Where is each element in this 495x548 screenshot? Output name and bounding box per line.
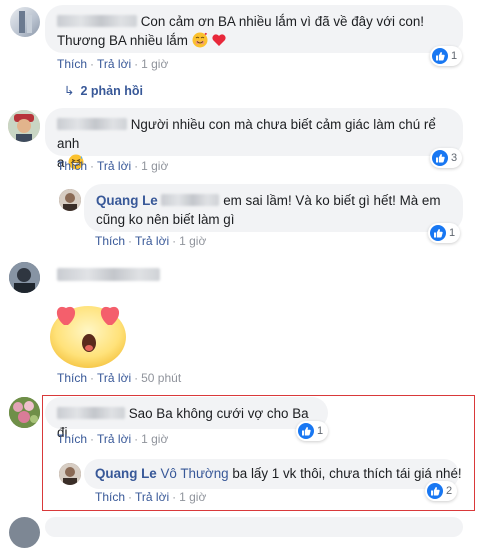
avatar[interactable] bbox=[9, 517, 40, 548]
like-count: 1 bbox=[317, 425, 324, 437]
like-count: 2 bbox=[446, 485, 453, 497]
like-count-badge[interactable]: 3 bbox=[430, 148, 463, 168]
mentioned-user-link[interactable]: Vô Thường bbox=[160, 466, 228, 481]
timestamp[interactable]: 1 giờ bbox=[179, 234, 206, 248]
reply-link[interactable]: Trả lời bbox=[97, 432, 131, 446]
like-count: 1 bbox=[451, 50, 458, 62]
avatar-image bbox=[8, 110, 40, 142]
reply-text-line2: cũng ko nên biết làm gì bbox=[96, 212, 235, 227]
timestamp[interactable]: 1 giờ bbox=[179, 490, 206, 504]
comment-bubble: Con cảm ơn BA nhiều lắm vì đã về đây với… bbox=[45, 5, 463, 53]
author-name-blurred[interactable] bbox=[57, 15, 137, 27]
timestamp[interactable]: 1 giờ bbox=[141, 432, 168, 446]
separator: · bbox=[90, 432, 95, 446]
reply-text: em sai lầm! Và ko biết gì hết! Mà em bbox=[223, 193, 441, 208]
separator: · bbox=[90, 159, 95, 173]
reply-actions: Thích · Trả lời · 1 giờ bbox=[95, 490, 206, 504]
comment-bubble bbox=[45, 517, 463, 537]
like-thumb-icon bbox=[432, 150, 448, 166]
author-name[interactable]: Quang Le bbox=[95, 466, 157, 481]
separator: · bbox=[172, 234, 177, 248]
separator: · bbox=[134, 57, 139, 71]
like-thumb-icon bbox=[427, 483, 443, 499]
comment-text-line2: Thương BA nhiều lắm bbox=[57, 33, 188, 48]
like-link[interactable]: Thích bbox=[57, 432, 87, 446]
comment-bubble: Người nhiều con mà chưa biết cảm giác là… bbox=[45, 108, 463, 170]
author-name-blurred[interactable] bbox=[57, 268, 160, 283]
comment-actions: Thích · Trả lời · 1 giờ bbox=[57, 432, 168, 446]
like-count-badge[interactable]: 2 bbox=[425, 481, 458, 501]
reply-bubble: Quang Le Vô Thường ba lấy 1 vk thôi, chư… bbox=[84, 459, 462, 489]
comment-bubble: Sao Ba không cưới vợ cho Ba đi bbox=[45, 397, 328, 440]
separator: · bbox=[128, 234, 133, 248]
reply-bubble: Quang Le em sai lầm! Và ko biết gì hết! … bbox=[84, 184, 463, 232]
comment-actions: Thích · Trả lời · 1 giờ bbox=[57, 159, 168, 173]
author-name-blurred[interactable] bbox=[161, 194, 220, 206]
like-thumb-icon bbox=[432, 48, 448, 64]
separator: · bbox=[90, 371, 95, 385]
timestamp[interactable]: 1 giờ bbox=[141, 159, 168, 173]
like-link[interactable]: Thích bbox=[57, 371, 87, 385]
avatar-image bbox=[59, 189, 81, 211]
like-count: 3 bbox=[451, 152, 458, 164]
timestamp[interactable]: 50 phút bbox=[141, 371, 181, 385]
like-count-badge[interactable]: 1 bbox=[428, 223, 461, 243]
separator: · bbox=[128, 490, 133, 504]
avatar[interactable] bbox=[9, 397, 40, 428]
reply-link[interactable]: Trả lời bbox=[135, 490, 169, 504]
reply-link[interactable]: Trả lời bbox=[97, 371, 131, 385]
reply-text: ba lấy 1 vk thôi, chưa thích tái giá nhé… bbox=[232, 466, 462, 481]
reply-actions: Thích · Trả lời · 1 giờ bbox=[95, 234, 206, 248]
separator: · bbox=[90, 57, 95, 71]
reply-arrow-icon: ↳ bbox=[64, 84, 75, 98]
smiling-face-with-hearts-icon bbox=[192, 32, 208, 53]
replies-count-label: 2 phản hồi bbox=[80, 84, 143, 98]
avatar[interactable] bbox=[9, 262, 40, 293]
reply-link[interactable]: Trả lời bbox=[97, 159, 131, 173]
view-replies-link[interactable]: ↳ 2 phản hồi bbox=[64, 83, 143, 98]
avatar[interactable] bbox=[10, 7, 40, 37]
avatar[interactable] bbox=[8, 110, 40, 142]
author-name-blurred[interactable] bbox=[57, 118, 127, 130]
avatar[interactable] bbox=[59, 189, 81, 211]
red-heart-icon bbox=[211, 32, 227, 53]
comment-actions: Thích · Trả lời · 1 giờ bbox=[57, 57, 168, 71]
like-link[interactable]: Thích bbox=[95, 234, 125, 248]
avatar-image bbox=[19, 11, 32, 33]
like-link[interactable]: Thích bbox=[95, 490, 125, 504]
comment-text: Con cảm ơn BA nhiều lắm vì đã về đây với… bbox=[140, 14, 425, 29]
avatar-image bbox=[9, 262, 40, 293]
like-link[interactable]: Thích bbox=[57, 57, 87, 71]
reply-link[interactable]: Trả lời bbox=[97, 57, 131, 71]
reply-link[interactable]: Trả lời bbox=[135, 234, 169, 248]
separator: · bbox=[134, 159, 139, 173]
like-thumb-icon bbox=[430, 225, 446, 241]
like-count-badge[interactable]: 1 bbox=[296, 421, 329, 441]
comment-actions: Thích · Trả lời · 50 phút bbox=[57, 371, 181, 385]
separator: · bbox=[172, 490, 177, 504]
avatar-image bbox=[59, 463, 81, 485]
timestamp[interactable]: 1 giờ bbox=[141, 57, 168, 71]
separator: · bbox=[134, 371, 139, 385]
avatar-image bbox=[9, 397, 40, 428]
separator: · bbox=[134, 432, 139, 446]
like-thumb-icon bbox=[298, 423, 314, 439]
author-name[interactable]: Quang Le bbox=[96, 193, 158, 208]
like-count-badge[interactable]: 1 bbox=[430, 46, 463, 66]
avatar[interactable] bbox=[59, 463, 81, 485]
author-name-blurred[interactable] bbox=[57, 407, 125, 419]
like-count: 1 bbox=[449, 227, 456, 239]
heart-eyes-sticker bbox=[46, 297, 130, 372]
like-link[interactable]: Thích bbox=[57, 159, 87, 173]
